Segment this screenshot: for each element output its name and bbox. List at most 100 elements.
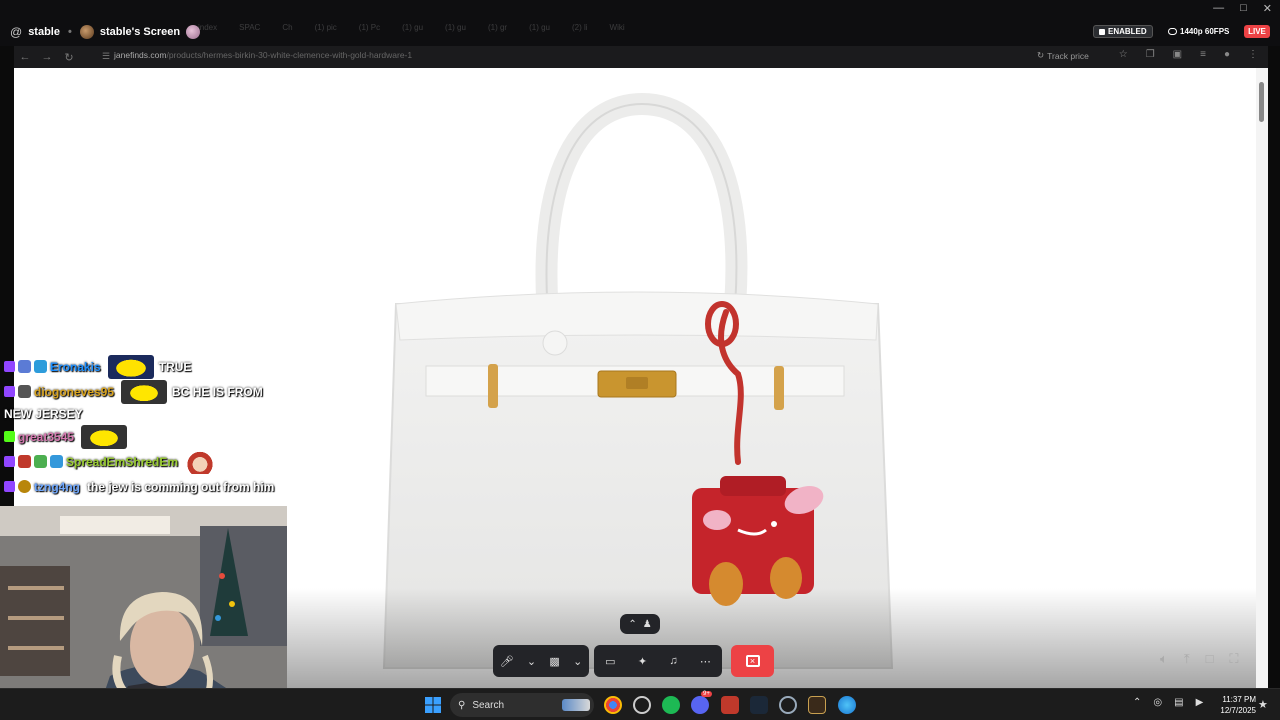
spotify-icon[interactable] [662, 696, 680, 714]
app-icon[interactable] [721, 696, 739, 714]
volume-tray-icon[interactable]: ▶ [1196, 697, 1204, 708]
ghost-tab: (1) Pc [358, 23, 381, 32]
settings-gear-icon[interactable] [779, 696, 797, 714]
pin-icon[interactable]: ⤒ [1184, 651, 1190, 667]
participants-toggle[interactable]: ⌃ ♟ [620, 614, 660, 634]
steam-icon[interactable] [750, 696, 768, 714]
chevron-up-icon[interactable]: ⌃ [1133, 697, 1141, 708]
ghost-tab: Ch [282, 23, 293, 32]
emote-image [121, 379, 168, 404]
close-icon[interactable]: ✕ [1263, 2, 1272, 15]
chat-message: Eronakis TRUE [4, 354, 304, 379]
check-icon [1099, 28, 1105, 35]
network-icon[interactable]: ▤ [1174, 697, 1183, 708]
browser-app-icon[interactable] [838, 696, 856, 714]
site-info-icon[interactable]: ☰ [102, 51, 110, 62]
chat-message: tzng4ng the jew is comming out from him [4, 474, 304, 499]
more-options-icon[interactable]: ⋯ [700, 655, 711, 668]
obs-icon[interactable] [633, 696, 651, 714]
twitch-icon [4, 361, 15, 372]
chat-message: diogoneves95 BC HE IS FROM [4, 379, 304, 404]
chrome-icon[interactable] [604, 696, 622, 714]
back-icon[interactable]: ← [14, 46, 36, 68]
gold-hardware-left [488, 364, 498, 408]
search-icon: ⚲ [458, 699, 466, 711]
chat-text: NEW JERSEY [4, 407, 83, 421]
scrollbar-thumb[interactable] [1259, 82, 1264, 122]
reload-icon[interactable]: ↻ [58, 46, 80, 68]
microphone-tray-icon[interactable]: ◎ [1153, 697, 1162, 708]
chevron-up-icon: ⌃ [628, 618, 637, 630]
enabled-badge[interactable]: ENABLED [1093, 25, 1153, 38]
chevron-down-icon[interactable]: ⌄ [527, 655, 536, 668]
bookmark-star-icon[interactable]: ☆ [1119, 49, 1128, 60]
volume-icon[interactable]: 🔈︎ [1160, 651, 1168, 667]
windows-taskbar: ⚲ Search 9+ ⌃ ◎ ▤ ▶ 11:37 PM 12/7/2025 ★ [0, 688, 1280, 720]
notification-bell-icon[interactable]: ★ [1258, 698, 1268, 711]
badge-icon [18, 455, 31, 468]
emote-image [81, 424, 128, 449]
page-scrollbar[interactable] [1256, 68, 1268, 688]
maximize-icon[interactable]: □ [1240, 2, 1247, 15]
popout-icon[interactable]: □ [1206, 651, 1214, 667]
minimize-icon[interactable]: — [1213, 2, 1224, 15]
league-icon[interactable] [808, 696, 826, 714]
url-path: /products/hermes-birkin-30-white-clemenc… [166, 50, 413, 60]
audio-video-controls: 🎤︎ ⌄ ▩ ⌄ [493, 645, 589, 677]
screen-share-icon[interactable]: ▭ [605, 655, 615, 668]
gold-hardware-right [774, 366, 784, 410]
stream-quality: 1440p 60FPS [1180, 27, 1230, 36]
ghost-tab: index [198, 23, 218, 32]
end-call-icon: × [745, 655, 760, 667]
forward-icon[interactable]: → [36, 46, 58, 68]
clock-date: 12/7/2025 [1220, 706, 1256, 715]
screen: — □ ✕ @ stable • stable's Screen index S… [0, 0, 1280, 720]
camera-off-icon[interactable]: ▩ [549, 655, 559, 668]
chat-text: BC HE IS FROM [172, 384, 263, 399]
streamer-avatar [79, 25, 94, 39]
bag-flap [395, 291, 879, 341]
taskbar-search[interactable]: ⚲ Search [450, 693, 594, 717]
stream-title: @ stable • stable's Screen [10, 23, 201, 41]
chat-username: tzng4ng [34, 479, 80, 494]
track-price-button[interactable]: ↻ Track price [1037, 50, 1089, 61]
video-side-controls: 🔈︎ ⤒ □ ⛶ [1160, 651, 1239, 667]
badge-icon [34, 360, 47, 373]
badge-icon [18, 385, 31, 398]
chat-username: Eronakis [50, 359, 101, 374]
ghost-tab: (1) gu [445, 23, 466, 32]
url-domain: janefinds.com [114, 50, 167, 60]
address-bar[interactable]: janefinds.com/products/hermes-birkin-30-… [114, 50, 412, 60]
taskbar-clock[interactable]: 11:37 PM 12/7/2025 [1210, 694, 1256, 716]
system-tray: ⌃ ◎ ▤ ▶ [1133, 697, 1203, 708]
windows-start-icon[interactable] [424, 696, 442, 714]
search-placeholder: Search [472, 699, 505, 711]
end-call-button[interactable]: × [731, 645, 774, 677]
reading-list-icon[interactable]: ≡ [1200, 49, 1206, 60]
ghost-browser-tabs: index SPAC Ch (1) pic (1) Pc (1) gu (1) … [198, 23, 1088, 39]
chat-username: diogoneves95 [34, 384, 115, 399]
activities-icon[interactable]: ✦ [638, 655, 647, 668]
profile-icon[interactable]: ● [1224, 49, 1230, 60]
live-label: LIVE [1248, 27, 1266, 36]
at-icon: @ [10, 25, 23, 39]
channel-name[interactable]: stable [28, 26, 60, 38]
sidepanel-icon[interactable]: ▣ [1173, 49, 1182, 60]
chat-text: the jew is comming out from him [87, 479, 275, 494]
stream-action-controls: ▭ ✦ ♫ ⋯ [594, 645, 722, 677]
badge-icon [18, 360, 31, 373]
microphone-icon[interactable]: 🎤︎ [500, 655, 514, 668]
chat-username: great3545 [18, 429, 75, 444]
stream-quality-badge[interactable]: 1440p 60FPS [1166, 25, 1231, 38]
fullscreen-icon[interactable]: ⛶ [1229, 651, 1238, 667]
extensions-icon[interactable]: ❐ [1146, 49, 1155, 60]
soundboard-icon[interactable]: ♫ [669, 655, 677, 667]
clock-time: 11:37 PM [1222, 695, 1256, 704]
browser-toolbar: ← → ↻ ☰ janefinds.com/products/hermes-bi… [14, 46, 1268, 68]
ghost-tab: (1) gu [529, 23, 550, 32]
menu-kebab-icon[interactable]: ⋮ [1248, 49, 1258, 60]
discord-icon[interactable]: 9+ [691, 691, 712, 714]
chat-text: TRUE [158, 359, 192, 374]
search-highlight-image [562, 699, 590, 711]
chevron-down-icon[interactable]: ⌄ [573, 655, 582, 668]
